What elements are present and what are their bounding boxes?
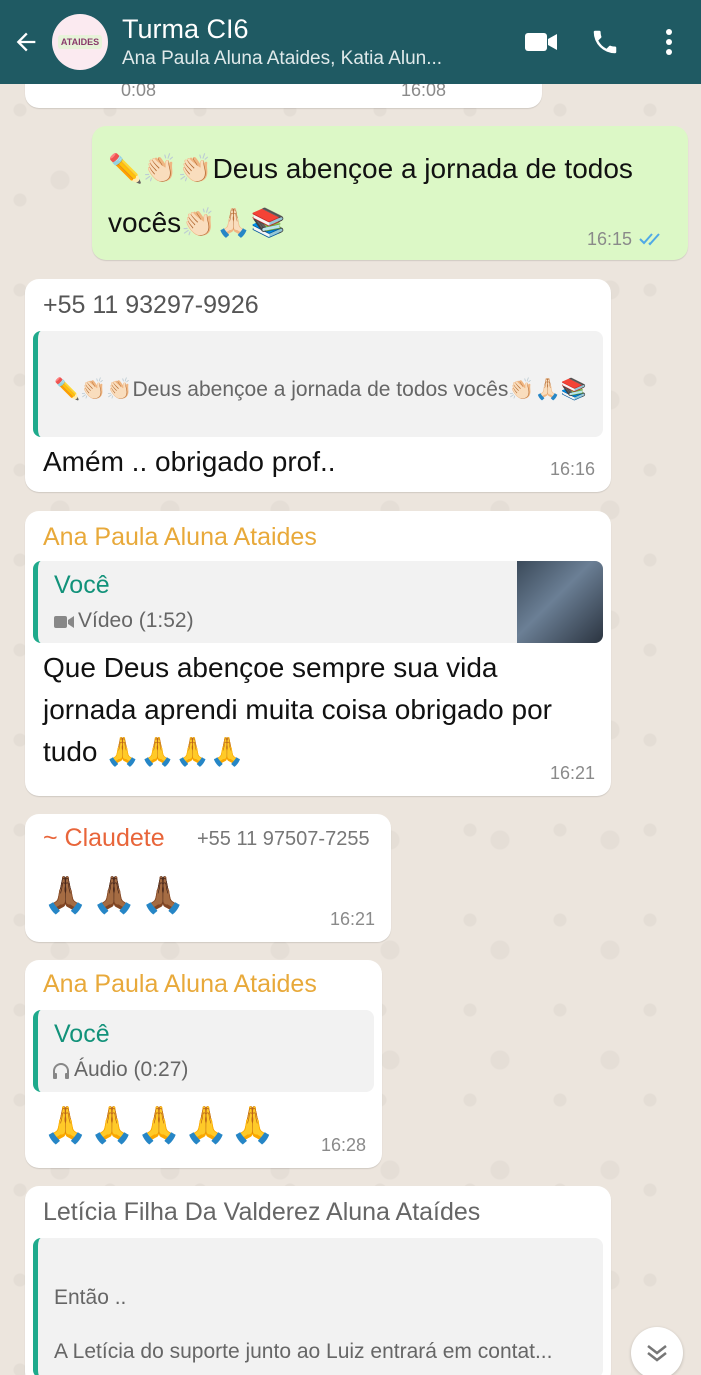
more-options-button[interactable] [637,0,701,84]
video-call-button[interactable] [509,0,573,84]
quoted-text: Áudio (0:27) [74,1058,189,1081]
quoted-text: Vídeo (1:52) [78,609,194,632]
quoted-text-line2: A Letícia do suporte junto ao Luiz entra… [54,1340,553,1363]
message-text: Amém .. obrigado prof.. [43,446,336,477]
message-text: ✏️👏🏻👏🏻Deus abençoe a jornada de todos vo… [108,153,633,238]
message-text: Que Deus abençoe sempre sua vida jornada… [43,652,552,767]
quoted-message[interactable]: Então .. A Letícia do suporte junto ao L… [33,1238,603,1375]
message-text: 🙏🙏🙏🙏🙏 [43,1104,278,1145]
back-button[interactable] [0,0,52,84]
message-sender: +55 11 93297-9926 [43,291,259,319]
quoted-message[interactable]: Você Áudio (0:27) [33,1010,374,1092]
quoted-sender: Você [54,1020,110,1048]
message-time: 16:16 [549,459,595,479]
message-time: 16:28 [320,1135,366,1155]
quoted-message[interactable]: Você Vídeo (1:52) [33,561,603,643]
message-incoming[interactable]: +55 11 93297-9926 ✏️👏🏻👏🏻Deus abençoe a j… [25,279,611,492]
chat-title: Turma CI6 [122,14,249,44]
message-incoming[interactable]: ~ Claudete +55 11 97507-7255 🙏🏾🙏🏾🙏🏾 16:2… [25,814,391,942]
double-tick-icon [639,233,660,246]
chat-header: ATAIDES Turma CI6 Ana Paula Aluna Ataide… [0,0,701,84]
group-avatar[interactable]: ATAIDES [52,14,108,70]
chat-subtitle: Ana Paula Aluna Ataides, Katia Alun... [122,48,443,69]
message-incoming[interactable]: Letícia Filha Da Valderez Aluna Ataídes … [25,1186,611,1375]
message-sender: Ana Paula Aluna Ataides [43,970,317,998]
quoted-text: ✏️👏🏻👏🏻Deus abençoe a jornada de todos vo… [54,378,587,401]
message-incoming[interactable]: Ana Paula Aluna Ataides Você Vídeo (1:52… [25,511,611,796]
more-vert-icon [666,29,672,55]
message-time: 16:21 [329,909,375,929]
phone-icon [593,30,617,54]
quoted-text-line1: Então .. [54,1286,127,1309]
chevron-down-icon [647,1345,667,1362]
chat-title-area[interactable]: Turma CI6 Ana Paula Aluna Ataides, Katia… [122,14,509,70]
scroll-to-bottom-button[interactable] [631,1327,683,1375]
video-icon [54,616,74,628]
sender-phone: +55 11 97507-7255 [197,828,370,850]
message-time: 16:21 [549,763,595,783]
headphone-icon [53,1063,69,1079]
quoted-message[interactable]: ✏️👏🏻👏🏻Deus abençoe a jornada de todos vo… [33,331,603,437]
message-incoming[interactable]: Ana Paula Aluna Ataides Você Áudio (0:27… [25,960,382,1168]
video-thumbnail [517,561,603,643]
back-arrow-icon [16,32,36,52]
message-sender: ~ Claudete [43,824,165,852]
message-sender: Letícia Filha Da Valderez Aluna Ataídes [43,1198,481,1226]
message-text: 🙏🏾🙏🏾🙏🏾 [43,874,190,915]
avatar-label: ATAIDES [57,35,103,49]
message-sender: Ana Paula Aluna Ataides [43,523,317,551]
video-call-icon [525,33,557,51]
voice-call-button[interactable] [573,0,637,84]
message-time: 16:15 [586,229,632,249]
quoted-sender: Você [54,571,110,599]
message-outgoing[interactable]: ✏️👏🏻👏🏻Deus abençoe a jornada de todos vo… [92,126,688,260]
